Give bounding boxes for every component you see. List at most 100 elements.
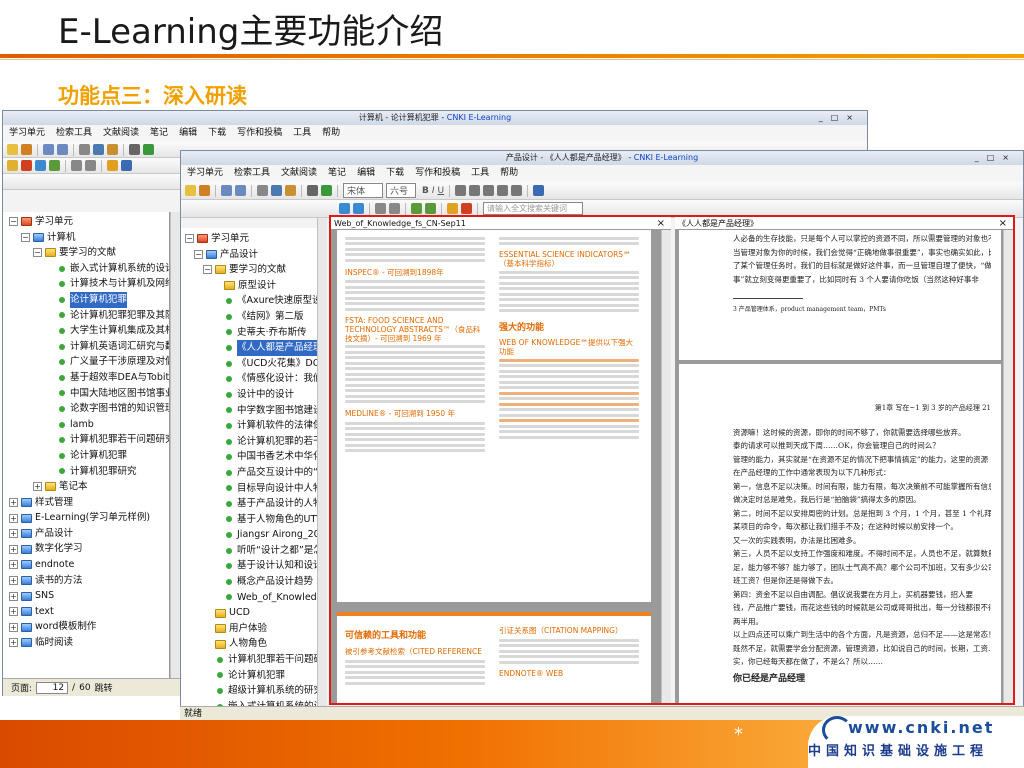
tree-item[interactable]: 《UCD火花集》DOC版 — [185, 356, 317, 372]
tree-item[interactable]: 概念产品设计趋势 — [185, 574, 317, 590]
expand-icon[interactable]: + — [9, 560, 18, 570]
back-tree-panel[interactable]: −学习单元−计算机−要学习的文献嵌入式计算机系统的设计方法计算技术与计算机及网络… — [3, 212, 170, 678]
copy-icon[interactable] — [93, 144, 104, 155]
collapse-icon[interactable]: − — [33, 248, 42, 258]
view-icon[interactable] — [71, 160, 82, 171]
menu-item[interactable]: 工具 — [471, 165, 489, 182]
tree-item[interactable]: + word模板制作 — [9, 619, 169, 635]
tree-item[interactable]: 大学生计算机集成及其相关研究 — [9, 323, 169, 339]
tree-item[interactable]: − 学习单元 — [185, 231, 317, 247]
tree-item[interactable]: lamb — [9, 417, 169, 433]
tree-item[interactable]: − 要学习的文献 — [185, 262, 317, 278]
tree-item[interactable]: 中国大陆地区图书馆事业发展 — [9, 386, 169, 402]
tree-item[interactable]: + 临时阅读 — [9, 635, 169, 651]
redo-icon[interactable] — [235, 185, 246, 196]
tree-item[interactable]: + 笔记本 — [9, 479, 169, 495]
front-toolbar[interactable]: 宋体 六号 B I U — [181, 182, 1023, 200]
delete-icon[interactable] — [21, 160, 32, 171]
paste-icon[interactable] — [285, 185, 296, 196]
tree-item[interactable]: 计算机英语词汇研究与翻译 — [9, 339, 169, 355]
align-right-icon[interactable] — [511, 185, 523, 196]
expand-icon[interactable]: + — [9, 638, 18, 648]
underline-icon[interactable]: U — [438, 186, 445, 196]
font-select[interactable]: 宋体 — [343, 183, 383, 198]
back-window-controls[interactable]: _□× — [819, 111, 861, 125]
tree-item[interactable]: 目标导向设计中人物角色 — [185, 481, 317, 497]
tree-item[interactable]: 超级计算机系统的研究 — [185, 683, 317, 699]
tree-item[interactable]: − 计算机 — [9, 230, 169, 246]
new-icon[interactable] — [7, 144, 18, 155]
cut-icon[interactable] — [79, 144, 90, 155]
tree-item[interactable]: 论计算机犯罪 — [185, 668, 317, 684]
align-center-icon[interactable] — [497, 185, 509, 196]
back-nav-icon[interactable] — [321, 185, 332, 196]
new-icon[interactable] — [185, 185, 196, 196]
tree-item[interactable]: + SNS — [9, 588, 169, 604]
front-menu-bar[interactable]: 学习单元 检索工具 文献阅读 笔记 编辑 下载 写作和投稿 工具 帮助 — [181, 165, 1023, 182]
tree-item[interactable]: + 读书的方法 — [9, 573, 169, 589]
tree-item[interactable]: 论数字图书馆的知识管理 — [9, 401, 169, 417]
tree-item[interactable]: 嵌入式计算机系统的设计技术 — [185, 699, 317, 706]
tree-item[interactable]: 中学数字图书馆建设之我见 — [185, 403, 317, 419]
tree-item[interactable]: 嵌入式计算机系统的设计方法 — [9, 261, 169, 277]
tree-item[interactable]: 论计算机犯罪 — [9, 291, 169, 308]
tree-item[interactable]: 论计算机犯罪的若干问题 — [185, 434, 317, 450]
tree-item[interactable]: 计算机犯罪若干问题研究 — [185, 652, 317, 668]
tree-item[interactable]: 论计算机犯罪犯罪及其防治 — [9, 308, 169, 324]
expand-icon[interactable]: + — [9, 544, 18, 554]
highlight-icon[interactable] — [447, 203, 458, 214]
paste-icon[interactable] — [107, 144, 118, 155]
tree-item[interactable]: 计算机软件的法律保护 — [185, 418, 317, 434]
menu-item[interactable]: 学习单元 — [187, 165, 223, 182]
annotate-icon[interactable] — [461, 203, 472, 214]
tree-item[interactable]: Web_of_Knowledge_fs_CN — [185, 590, 317, 606]
tree-item[interactable]: − 要学习的文献 — [9, 245, 169, 261]
menu-item[interactable]: 工具 — [293, 125, 311, 142]
front-tree-scrollbar[interactable] — [317, 218, 327, 706]
tree-item[interactable]: + text — [9, 604, 169, 620]
tree-item[interactable]: Jiangsr Airong_20111110 — [185, 527, 317, 543]
open-icon[interactable] — [199, 185, 210, 196]
expand-icon[interactable]: + — [9, 529, 18, 539]
front-tree-panel[interactable]: −学习单元−产品设计−要学习的文献原型设计《Axure快速原型设计》《结网》第二… — [181, 228, 317, 706]
search-icon[interactable] — [49, 160, 60, 171]
menu-item[interactable]: 编辑 — [179, 125, 197, 142]
tree-item[interactable]: UCD — [185, 605, 317, 621]
collapse-icon[interactable]: − — [203, 265, 212, 275]
expand-icon[interactable]: + — [9, 497, 18, 507]
copy-icon[interactable] — [271, 185, 282, 196]
tree-item[interactable]: 史蒂夫·乔布斯传 — [185, 325, 317, 341]
layout-icon[interactable] — [85, 160, 96, 171]
tree-item[interactable]: 基于产品设计的人物角色 — [185, 496, 317, 512]
tree-item[interactable]: + 产品设计 — [9, 526, 169, 542]
italic-icon[interactable]: I — [432, 186, 435, 196]
print-icon[interactable] — [129, 144, 140, 155]
tree-item[interactable]: 基于人物角色的UTV交互设计 — [185, 512, 317, 528]
tree-item[interactable]: 用户体验 — [185, 621, 317, 637]
menu-item[interactable]: 下载 — [386, 165, 404, 182]
book-icon[interactable] — [121, 160, 132, 171]
front-window-controls[interactable]: _□× — [975, 151, 1017, 165]
undo-icon[interactable] — [43, 144, 54, 155]
collapse-icon[interactable]: − — [185, 234, 194, 244]
tree-item[interactable]: 产品交互设计中的“人物” — [185, 465, 317, 481]
menu-item[interactable]: 检索工具 — [234, 165, 270, 182]
zoom-out-icon[interactable] — [353, 203, 364, 214]
cut-icon[interactable] — [257, 185, 268, 196]
folder-icon[interactable] — [7, 160, 18, 171]
fulltext-search-input[interactable]: 请输入全文搜索关键词 — [483, 202, 583, 215]
collapse-icon[interactable]: − — [9, 217, 18, 227]
refresh-icon[interactable] — [35, 160, 46, 171]
redo-icon[interactable] — [57, 144, 68, 155]
tree-item[interactable]: 广义量子干涉原理及对偶 — [9, 354, 169, 370]
note-icon[interactable] — [107, 160, 118, 171]
open-icon[interactable] — [21, 144, 32, 155]
menu-item[interactable]: 笔记 — [328, 165, 346, 182]
menu-item[interactable]: 写作和投稿 — [237, 125, 282, 142]
pager-current-input[interactable]: 12 — [36, 681, 69, 694]
tree-item[interactable]: 《Axure快速原型设计》 — [185, 293, 317, 309]
tree-item[interactable]: 人物角色 — [185, 636, 317, 652]
tree-item[interactable]: + 样式管理 — [9, 495, 169, 511]
tree-item[interactable]: 计算机犯罪若干问题研究 — [9, 432, 169, 448]
menu-item[interactable]: 文献阅读 — [281, 165, 317, 182]
